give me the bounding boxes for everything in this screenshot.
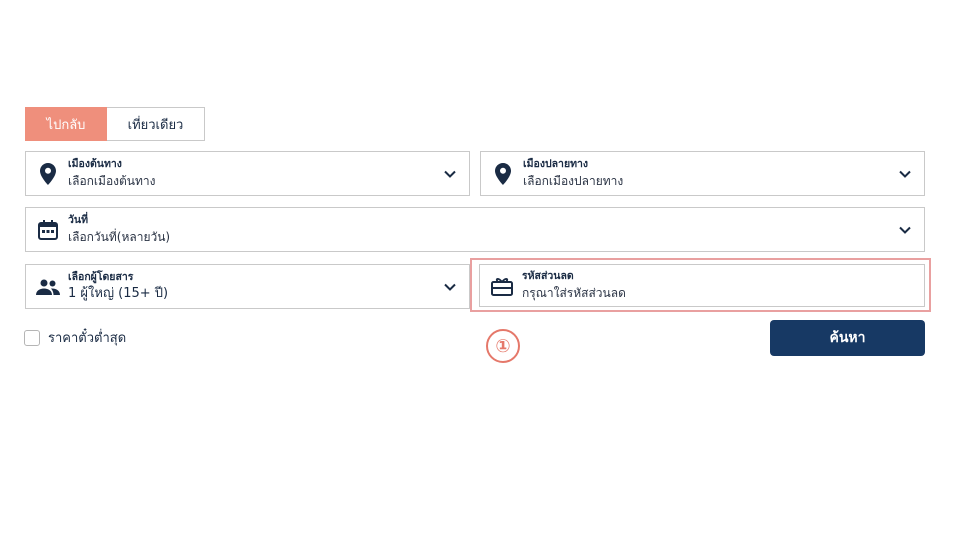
lowest-fare-label: ราคาตั๋วต่ำสุด (48, 331, 127, 346)
step-number-badge: ① (486, 329, 520, 363)
origin-value: เลือกเมืองต้นทาง (68, 174, 156, 188)
ticket-icon (490, 274, 514, 298)
origin-select[interactable]: เมืองต้นทาง เลือกเมืองต้นทาง (25, 151, 470, 196)
destination-value: เลือกเมืองปลายทาง (523, 174, 624, 188)
people-icon (36, 275, 60, 299)
passenger-label: เลือกผู้โดยสาร (68, 271, 134, 283)
promo-code-input[interactable]: รหัสส่วนลด กรุณาใส่รหัสส่วนลด (479, 264, 925, 307)
location-pin-icon (36, 162, 60, 186)
lowest-fare-checkbox[interactable] (24, 329, 40, 346)
date-value: เลือกวันที่(หลายวัน) (68, 230, 171, 244)
location-pin-icon (491, 162, 515, 186)
origin-label: เมืองต้นทาง (68, 158, 122, 170)
tab-round-trip[interactable]: ไปกลับ (25, 107, 107, 141)
trip-type-tabs: ไปกลับ เที่ยวเดียว (25, 107, 205, 141)
destination-label: เมืองปลายทาง (523, 158, 589, 170)
promo-label: รหัสส่วนลด (522, 270, 574, 282)
search-button[interactable]: ค้นหา (770, 320, 925, 356)
date-select[interactable]: วันที่ เลือกวันที่(หลายวัน) (25, 207, 925, 252)
chevron-down-icon (444, 170, 456, 178)
chevron-down-icon (444, 283, 456, 291)
passenger-value: 1 ผู้ใหญ่ (15+ ปี) (68, 286, 169, 301)
passenger-select[interactable]: เลือกผู้โดยสาร 1 ผู้ใหญ่ (15+ ปี) (25, 264, 470, 309)
calendar-icon (36, 218, 60, 242)
tab-one-way[interactable]: เที่ยวเดียว (107, 107, 205, 141)
lowest-fare-option[interactable]: ราคาตั๋วต่ำสุด (24, 327, 126, 348)
chevron-down-icon (899, 170, 911, 178)
destination-select[interactable]: เมืองปลายทาง เลือกเมืองปลายทาง (480, 151, 925, 196)
date-label: วันที่ (68, 214, 88, 226)
chevron-down-icon (899, 226, 911, 234)
promo-placeholder: กรุณาใส่รหัสส่วนลด (522, 286, 626, 300)
